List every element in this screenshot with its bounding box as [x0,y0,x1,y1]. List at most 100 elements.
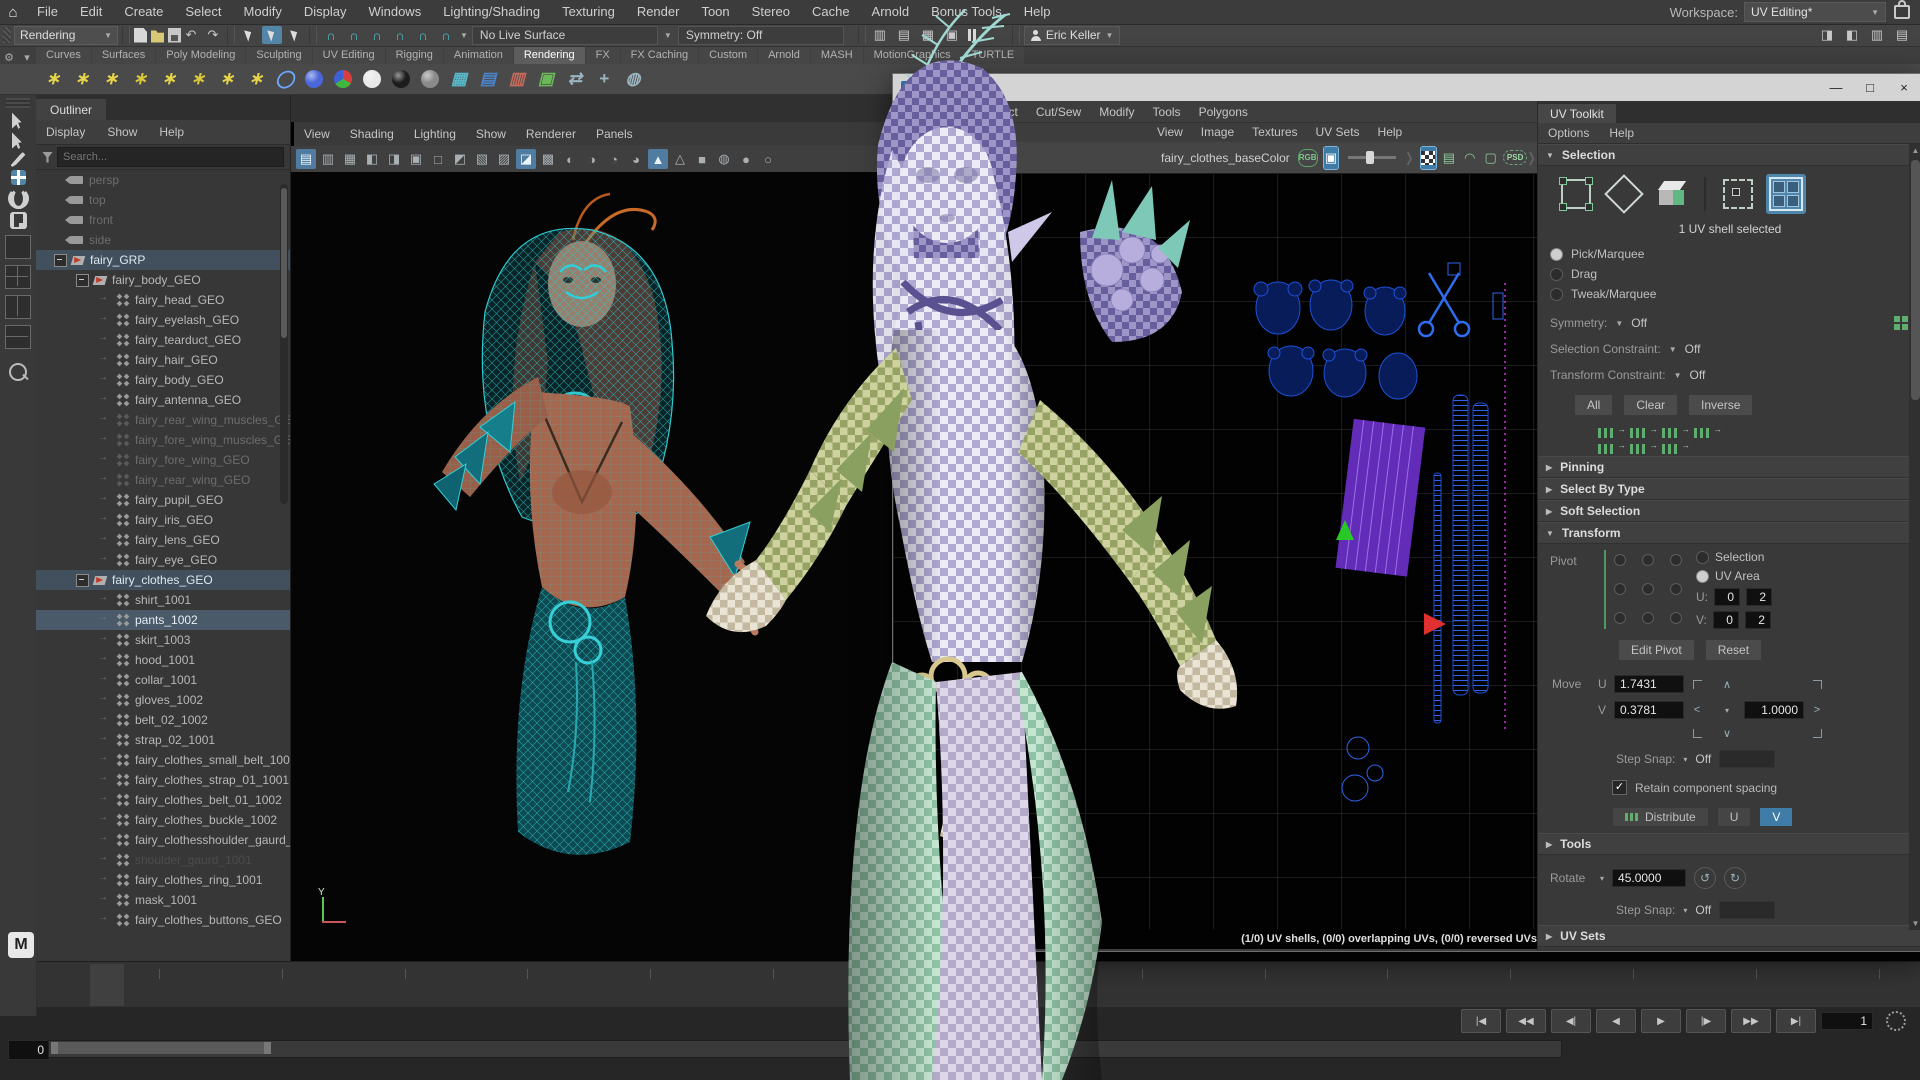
uv-editor-titlebar[interactable]: —□× [893,74,1920,101]
raise-modeling-toolkit-icon[interactable]: ▤ [1892,26,1912,44]
outliner-row[interactable]: fairy_clothes_small_belt_1002 [36,750,290,770]
snap-history-icon[interactable]: ∩ [436,26,456,44]
rgb-sphere-icon[interactable] [330,66,356,92]
psd-network-icon[interactable]: PSD [1504,147,1526,169]
outliner-tab[interactable]: Outliner [36,99,106,120]
viewport-joints-icon[interactable]: △ [670,149,690,169]
move-v-field[interactable]: 0.3781 [1614,701,1684,719]
light-icon[interactable]: ∗ [214,66,240,92]
outliner-row[interactable]: gloves_1002 [36,690,290,710]
group-grip[interactable] [3,27,11,43]
shelf-tab[interactable]: Rendering [514,46,585,64]
tools-section-header[interactable]: ▶Tools [1538,833,1920,855]
minimize-button[interactable]: — [1819,74,1853,101]
make-live-icon[interactable]: ∩ [413,26,433,44]
shelf-tab[interactable]: UV Editing [313,46,385,64]
uv-shell-select-icon[interactable] [1766,174,1806,214]
uv-select-icon[interactable] [1556,174,1596,214]
symmetry-field[interactable]: Symmetry: Off [678,26,844,45]
swap-icon[interactable]: ⇄ [562,66,588,92]
convert-to-vertex-icon[interactable] [1694,428,1712,438]
layout-two-pane-stacked-button[interactable] [5,325,31,349]
expand-toggle[interactable] [98,875,112,886]
pivot-u-max-field[interactable]: 2 [1746,588,1772,606]
viewport-menu-item[interactable]: Panels [586,127,643,141]
outliner-row[interactable]: fairy_clothes_buckle_1002 [36,810,290,830]
expand-toggle[interactable] [54,235,65,246]
user-account-chip[interactable]: Eric Keller ▼ [1024,26,1121,45]
step-forward-key-button[interactable]: |▶ [1686,1009,1726,1033]
expand-toggle[interactable] [98,735,112,746]
expand-toggle[interactable] [98,495,112,506]
lasso-select-tool[interactable] [12,132,25,149]
expand-toggle[interactable] [98,915,112,926]
outliner-row[interactable]: pants_1002 [36,610,290,630]
pivot-v-max-field[interactable]: 2 [1745,611,1771,629]
select-tool[interactable] [12,112,25,129]
expand-toggle[interactable] [98,375,112,386]
light-icon[interactable]: ∗ [40,66,66,92]
select-by-type-section-header[interactable]: ▶Select By Type [1538,478,1920,500]
pivot-reset-button[interactable]: Reset [1705,639,1762,661]
expand-toggle[interactable] [98,835,112,846]
menu-item[interactable]: Windows [357,0,432,24]
utility-icon[interactable]: ▣ [533,66,559,92]
maya-badge[interactable]: M [8,932,34,958]
menu-set-select[interactable]: Rendering▼ [14,26,118,45]
distribute-v-toggle[interactable]: V [1759,807,1793,827]
move-step-field[interactable]: 1.0000 [1744,701,1804,719]
move-left-button[interactable]: < [1684,704,1710,716]
maximize-button[interactable]: □ [1853,74,1887,101]
viewport-motionblur-icon[interactable]: ◔ [604,149,624,169]
move-down-button[interactable]: ∨ [1710,727,1744,740]
expand-toggle[interactable] [98,795,112,806]
add-icon[interactable]: + [591,66,617,92]
shelf-tab[interactable]: FX [586,46,620,64]
layout-four-pane-button[interactable] [5,265,31,289]
uv-menu-item[interactable]: Polygons [1190,105,1257,119]
expand-toggle[interactable] [98,895,112,906]
select-all-button[interactable]: All [1574,394,1613,416]
shelf-tab[interactable]: FX Caching [621,46,698,64]
shelf-tab[interactable]: Curves [36,46,91,64]
expand-toggle[interactable] [98,515,112,526]
layout-two-pane-side-button[interactable] [5,295,31,319]
outliner-row[interactable]: front [36,210,290,230]
viewport-safe-action-icon[interactable]: □ [428,149,448,169]
ramp-icon[interactable]: ◍ [620,66,646,92]
outliner-row[interactable]: fairy_rear_wing_muscles_GEO [36,410,290,430]
menu-item[interactable]: Edit [69,0,113,24]
viewport-extra-icon[interactable]: ○ [758,149,778,169]
viewport-film-gate-icon[interactable]: ◧ [362,149,382,169]
expand-toggle[interactable] [54,195,65,206]
outliner-row[interactable]: mask_1001 [36,890,290,910]
shelf-tab[interactable]: MotionGraphics [864,46,961,64]
expand-toggle[interactable] [98,335,112,346]
close-button[interactable]: × [1887,74,1920,101]
convert-to-border-icon[interactable] [1630,444,1648,454]
menu-item[interactable]: Bonus Tools [920,0,1013,24]
shelf-tab[interactable]: Arnold [758,46,810,64]
outliner-scrollbar[interactable] [280,184,288,504]
outliner-row[interactable]: collar_1001 [36,670,290,690]
shelf-tab[interactable]: Rigging [386,46,443,64]
shader-icon[interactable]: ▤ [475,66,501,92]
undo-icon[interactable]: ↶ [181,26,201,44]
checker-texture-icon[interactable] [1421,147,1436,169]
expand-toggle[interactable] [98,815,112,826]
snap-curve-icon[interactable]: ∩ [344,26,364,44]
transform-constraint-value[interactable]: Off [1690,368,1706,382]
expand-toggle[interactable] [98,395,112,406]
redo-icon[interactable]: ↷ [203,26,223,44]
outliner-row[interactable]: fairy_clothes_ring_1001 [36,870,290,890]
display-layers-icon[interactable]: ▣ [942,26,962,44]
symmetry-shell-icon[interactable] [1894,316,1908,330]
uv-menu-item[interactable]: Textures [1243,125,1306,139]
expand-toggle[interactable] [98,355,112,366]
pinning-section-header[interactable]: ▶Pinning [1538,456,1920,478]
pivot-uv-area-radio[interactable] [1696,570,1709,583]
uv-menu-item[interactable]: Image [1192,125,1243,139]
expand-toggle[interactable] [98,435,112,446]
viewport-menu-item[interactable]: Renderer [516,127,586,141]
outliner-row[interactable]: shoulder_gaurd_1001 [36,850,290,870]
